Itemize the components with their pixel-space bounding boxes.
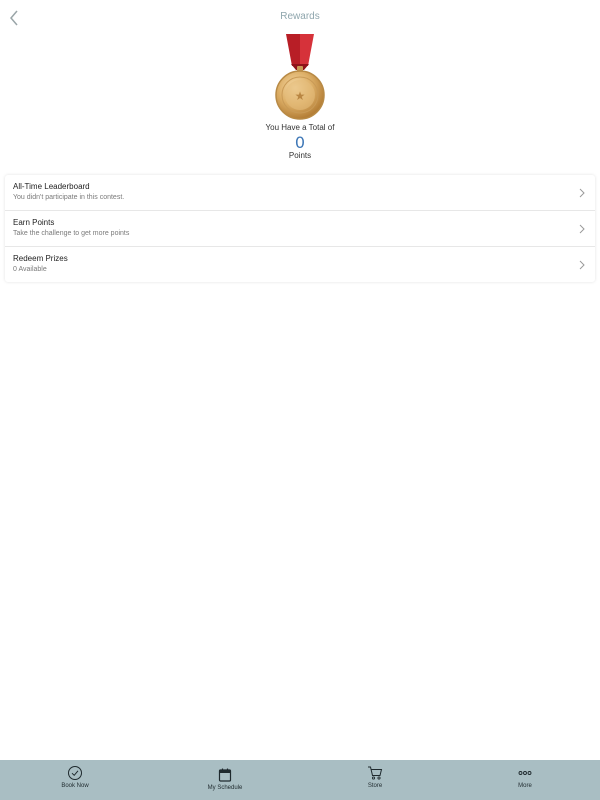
tab-label: More	[518, 783, 532, 789]
list-item-redeem-prizes[interactable]: Redeem Prizes 0 Available	[5, 247, 595, 282]
tab-label: My Schedule	[207, 785, 243, 791]
chevron-right-icon	[579, 188, 585, 198]
list-item-subtitle: 0 Available	[13, 266, 47, 273]
list-item-title: Earn Points	[13, 218, 55, 227]
page-title: Rewards	[280, 11, 320, 22]
list-item-subtitle: Take the challenge to get more points	[13, 230, 130, 237]
points-value: 0	[294, 133, 306, 152]
chevron-right-icon	[579, 224, 585, 234]
tab-store[interactable]: Store	[300, 760, 450, 800]
list-item-title: All-Time Leaderboard	[13, 182, 90, 191]
points-summary: You Have a Total of 0 Points	[0, 123, 600, 161]
points-label: You Have a Total of	[265, 123, 335, 132]
chevron-right-icon	[579, 260, 585, 270]
tab-label: Store	[367, 783, 383, 789]
list-item-title: Redeem Prizes	[13, 254, 68, 263]
tab-my-schedule[interactable]: My Schedule	[150, 760, 300, 800]
tab-more[interactable]: More	[450, 760, 600, 800]
more-dots-icon	[518, 771, 532, 775]
medal-icon: ★	[275, 34, 325, 120]
check-circle-icon	[68, 766, 82, 780]
cart-icon	[368, 766, 383, 780]
list-item-earn-points[interactable]: Earn Points Take the challenge to get mo…	[5, 211, 595, 247]
list-item-subtitle: You didn't participate in this contest.	[13, 194, 125, 201]
tab-book-now[interactable]: Book Now	[0, 760, 150, 800]
list-item-leaderboard[interactable]: All-Time Leaderboard You didn't particip…	[5, 175, 595, 211]
svg-text:★: ★	[295, 89, 306, 103]
tab-label: Book Now	[61, 783, 89, 789]
rewards-menu: All-Time Leaderboard You didn't particip…	[5, 175, 595, 282]
calendar-icon	[218, 768, 232, 782]
top-bar: Rewards	[0, 0, 600, 36]
bottom-tab-bar: Book Now My Schedule Store More	[0, 760, 600, 800]
points-unit: Points	[288, 151, 312, 160]
